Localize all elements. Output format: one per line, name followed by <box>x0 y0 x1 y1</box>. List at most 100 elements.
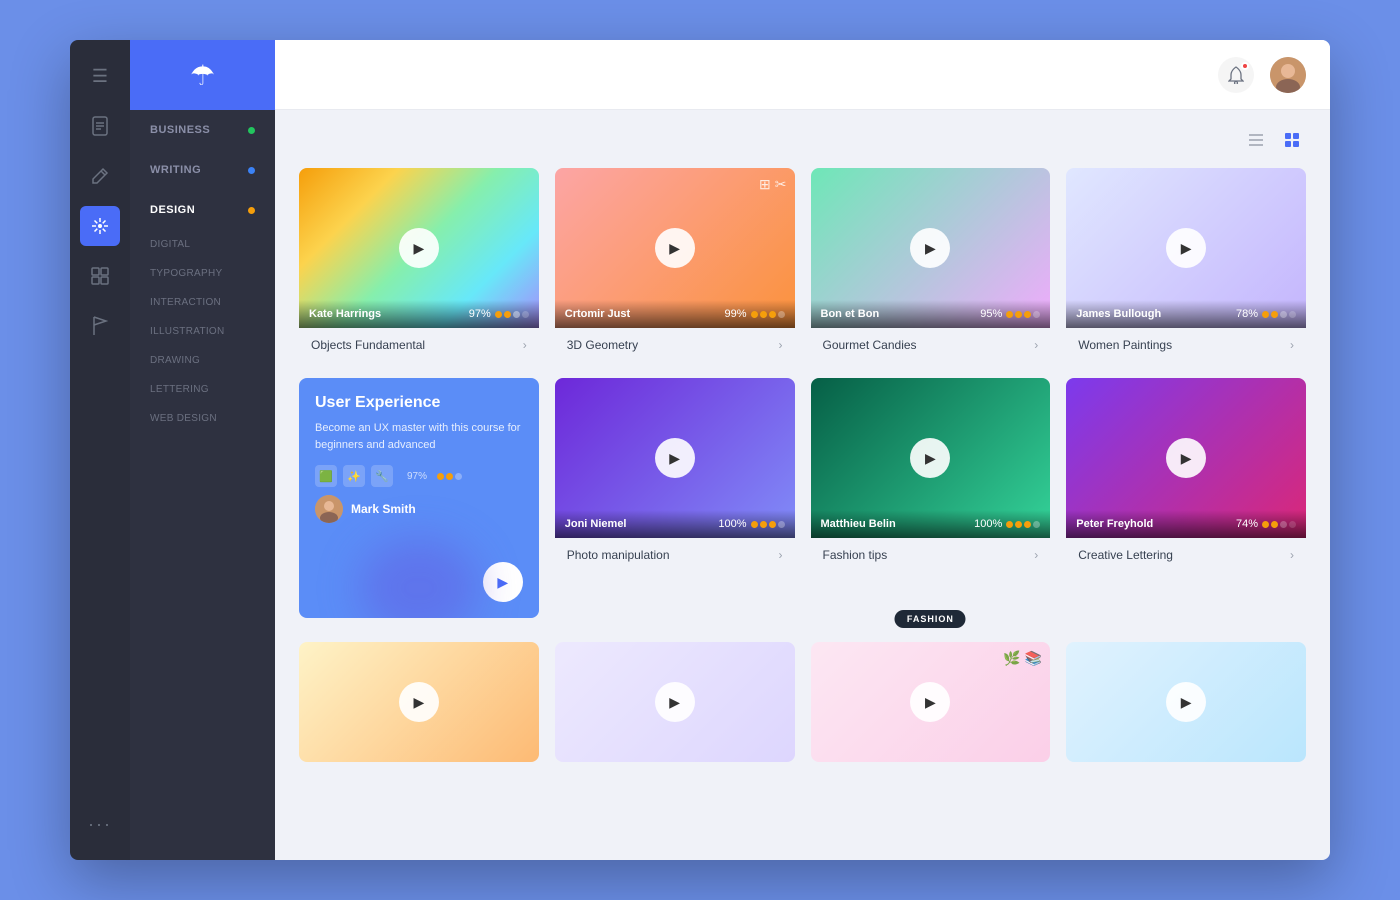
main-content: ▶ Kate Harrings 97% <box>275 40 1330 860</box>
card-thumb-8: ▶ Peter Freyhold 74% <box>1066 378 1306 538</box>
notification-dot <box>1241 62 1249 70</box>
play-button-4[interactable]: ▶ <box>1166 228 1206 268</box>
card-title-2: 3D Geometry <box>567 338 638 352</box>
dot <box>522 311 529 318</box>
dot <box>1280 311 1287 318</box>
app-window: ☰ <box>70 40 1330 860</box>
fashion-badge: FASHION <box>895 610 966 628</box>
nav-item-business[interactable]: BUSINESS <box>130 110 275 150</box>
play-button-7[interactable]: ▶ <box>910 438 950 478</box>
card-thumb-7: ▶ Matthieu Belin 100% <box>811 378 1051 538</box>
card-title-4: Women Paintings <box>1078 338 1172 352</box>
card-overlay-3: Bon et Bon 95% <box>811 300 1051 328</box>
card-footer-6: Photo manipulation › <box>555 538 795 572</box>
more-icon[interactable]: ··· <box>80 804 120 844</box>
user-avatar[interactable] <box>1270 57 1306 93</box>
nav-item-interaction[interactable]: INTERACTION <box>130 288 275 317</box>
card-kate-harrings: ▶ Kate Harrings 97% <box>299 168 539 362</box>
dot <box>1271 311 1278 318</box>
rating-8: 74% <box>1236 518 1296 530</box>
play-button-6[interactable]: ▶ <box>655 438 695 478</box>
ux-card-icons: 🟩 ✨ 🔧 97% <box>315 465 523 487</box>
overlay-icons-11: 🌿 📚 <box>1003 650 1042 667</box>
author-4: James Bullough <box>1076 308 1161 320</box>
author-6: Joni Niemel <box>565 518 627 530</box>
card-thumb-10: ▶ <box>555 642 795 762</box>
nav-item-illustration[interactable]: ILLUSTRATION <box>130 317 275 346</box>
play-button-12[interactable]: ▶ <box>1166 682 1206 722</box>
book-icon: 📚 <box>1025 650 1042 667</box>
card-arrow-6[interactable]: › <box>779 548 783 562</box>
card-arrow-7[interactable]: › <box>1034 548 1038 562</box>
card-arrow-4[interactable]: › <box>1290 338 1294 352</box>
card-arrow-1[interactable]: › <box>523 338 527 352</box>
author-8: Peter Freyhold <box>1076 518 1153 530</box>
card-footer-8: Creative Lettering › <box>1066 538 1306 572</box>
leaf-icon: 🌿 <box>1003 650 1020 667</box>
top-bar <box>275 40 1330 110</box>
card-footer-4: Women Paintings › <box>1066 328 1306 362</box>
flag-icon[interactable] <box>80 306 120 346</box>
list-view-button[interactable] <box>1242 126 1270 154</box>
cards-row-1: ▶ Kate Harrings 97% <box>299 168 1306 362</box>
overlay-icons-2: ⊞ ✂ <box>759 176 786 193</box>
grid-view-button[interactable] <box>1278 126 1306 154</box>
ux-author-row: Mark Smith <box>315 495 523 523</box>
ux-rating-dots <box>437 473 462 480</box>
nav-item-design[interactable]: DESIGN <box>130 190 275 230</box>
ux-card-description: Become an UX master with this course for… <box>315 420 523 453</box>
nav-item-typography[interactable]: TYPOGRAPHY <box>130 259 275 288</box>
card-arrow-8[interactable]: › <box>1290 548 1294 562</box>
play-button-9[interactable]: ▶ <box>399 682 439 722</box>
author-7: Matthieu Belin <box>821 518 896 530</box>
ux-play-button[interactable]: ▶ <box>483 562 523 602</box>
nav-item-writing[interactable]: WRITING <box>130 150 275 190</box>
card-row3-2: ▶ <box>555 642 795 762</box>
author-1: Kate Harrings <box>309 308 381 320</box>
card-thumb-3: ▶ Bon et Bon 95% <box>811 168 1051 328</box>
card-peter-freyhold: ▶ Peter Freyhold 74% <box>1066 378 1306 618</box>
dot <box>446 473 453 480</box>
dot <box>1262 311 1269 318</box>
dot <box>751 521 758 528</box>
cards-row-3: ▶ ▶ 🌿 📚 <box>299 642 1306 762</box>
notifications-button[interactable] <box>1218 57 1254 93</box>
document-icon[interactable] <box>80 106 120 146</box>
card-matthieu-belin: ▶ Matthieu Belin 100% <box>811 378 1051 572</box>
card-joni-niemel: ▶ Joni Niemel 100% <box>555 378 795 618</box>
card-title-8: Creative Lettering <box>1078 548 1173 562</box>
nav-dot-writing <box>248 167 255 174</box>
play-button-3[interactable]: ▶ <box>910 228 950 268</box>
edit-icon[interactable] <box>80 156 120 196</box>
card-thumb-1: ▶ Kate Harrings 97% <box>299 168 539 328</box>
menu-icon[interactable]: ☰ <box>80 56 120 96</box>
card-row3-3-wrapper: 🌿 📚 ▶ <box>811 642 1051 762</box>
view-controls <box>299 126 1306 154</box>
nav-item-digital[interactable]: DIGITAL <box>130 230 275 259</box>
tools-icon[interactable] <box>80 206 120 246</box>
nav-item-lettering[interactable]: LETTERING <box>130 375 275 404</box>
dot <box>437 473 444 480</box>
card-thumb-9: ▶ <box>299 642 539 762</box>
card-thumb-6: ▶ Joni Niemel 100% <box>555 378 795 538</box>
card-overlay-1: Kate Harrings 97% <box>299 300 539 328</box>
author-3: Bon et Bon <box>821 308 880 320</box>
card-overlay-2: Crtomir Just 99% <box>555 300 795 328</box>
play-button-1[interactable]: ▶ <box>399 228 439 268</box>
card-thumb-4: ▶ James Bullough 78% <box>1066 168 1306 328</box>
card-title-1: Objects Fundamental <box>311 338 425 352</box>
nav-item-webdesign[interactable]: WEB DESIGN <box>130 404 275 433</box>
card-bon-et-bon: ▶ Bon et Bon 95% <box>811 168 1051 362</box>
card-overlay-7: Matthieu Belin 100% <box>811 510 1051 538</box>
dot <box>1015 311 1022 318</box>
play-button-10[interactable]: ▶ <box>655 682 695 722</box>
card-arrow-3[interactable]: › <box>1034 338 1038 352</box>
grid-icon[interactable] <box>80 256 120 296</box>
play-button-8[interactable]: ▶ <box>1166 438 1206 478</box>
nav-item-drawing[interactable]: DRAWING <box>130 346 275 375</box>
card-arrow-2[interactable]: › <box>779 338 783 352</box>
play-button-2[interactable]: ▶ <box>655 228 695 268</box>
card-james-bullough: ▶ James Bullough 78% <box>1066 168 1306 362</box>
play-button-11[interactable]: ▶ <box>910 682 950 722</box>
card-row3-4: ▶ <box>1066 642 1306 762</box>
